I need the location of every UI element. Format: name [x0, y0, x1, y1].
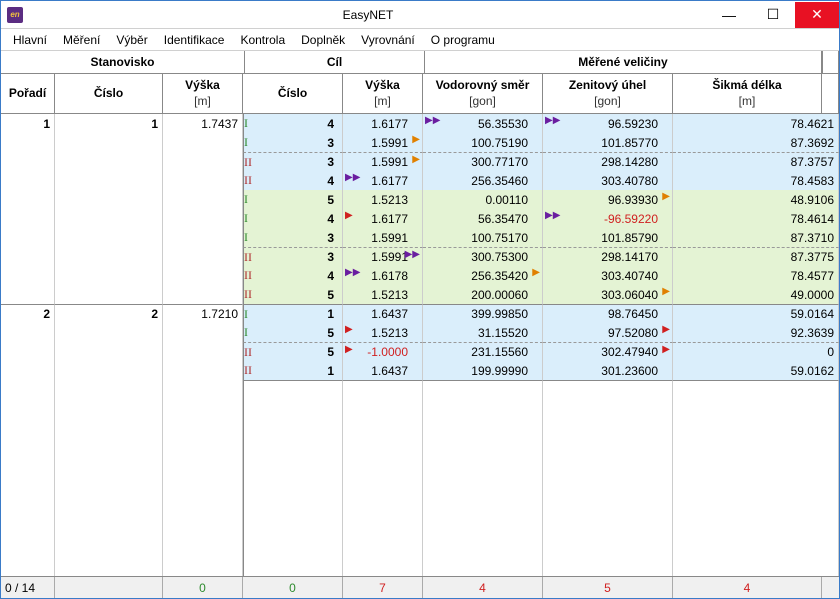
status-count: 0 / 14 — [1, 577, 55, 598]
group-cil: Cíl — [245, 51, 425, 73]
table-row[interactable]: II31.5991▶▶300.75300298.1417087.3775 — [1, 247, 839, 266]
app-window: en EasyNET — ☐ ✕ HlavníMěřeníVýběrIdenti… — [0, 0, 840, 599]
table-row[interactable]: I5▶1.521331.1552097.52080▶92.3639 — [1, 323, 839, 342]
menu-o programu[interactable]: O programu — [423, 31, 503, 49]
menubar: HlavníMěřeníVýběrIdentifikaceKontrolaDop… — [1, 29, 839, 51]
col-zenitovy[interactable]: Zenitový úhel[gon] — [543, 74, 673, 113]
menu-identifikace[interactable]: Identifikace — [156, 31, 233, 49]
group-merene: Měřené veličiny — [425, 51, 822, 73]
table-row[interactable]: II4▶▶1.6178256.35420▶303.4074078.4577 — [1, 266, 839, 285]
minimize-button[interactable]: — — [707, 2, 751, 28]
titlebar: en EasyNET — ☐ ✕ — [1, 1, 839, 29]
header-groups: Stanovisko Cíl Měřené veličiny — [1, 51, 839, 74]
table-row[interactable]: I4▶1.617756.35470▶▶-96.5922078.4614 — [1, 209, 839, 228]
menu-výběr[interactable]: Výběr — [108, 31, 155, 49]
col-vyska-cil[interactable]: Výška[m] — [343, 74, 423, 113]
group-stanovisko: Stanovisko — [1, 51, 245, 73]
col-cislo-stanovisko[interactable]: Číslo — [55, 74, 163, 113]
status-v1: 0 — [243, 577, 343, 598]
table-row[interactable]: II31.5991▶300.77170298.1428087.3757 — [1, 152, 839, 171]
maximize-button[interactable]: ☐ — [751, 2, 795, 28]
close-button[interactable]: ✕ — [795, 2, 839, 28]
table-row[interactable]: I51.52130.0011096.93930▶48.9106 — [1, 190, 839, 209]
status-v0: 0 — [163, 577, 243, 598]
menu-kontrola[interactable]: Kontrola — [232, 31, 293, 49]
col-vodorovny[interactable]: Vodorovný směr[gon] — [423, 74, 543, 113]
table-row[interactable]: 111.7437I41.6177▶▶56.35530▶▶96.5923078.4… — [1, 114, 839, 133]
window-buttons: — ☐ ✕ — [707, 2, 839, 28]
header-columns: Pořadí Číslo Výška[m] Číslo Výška[m] Vod… — [1, 74, 839, 114]
app-icon: en — [7, 7, 23, 23]
table-row[interactable]: I31.5991100.75170101.8579087.3710 — [1, 228, 839, 247]
table-row[interactable]: I31.5991▶100.75190101.8577087.3692 — [1, 133, 839, 152]
col-vyska-stanovisko[interactable]: Výška[m] — [163, 74, 243, 113]
status-v2: 7 — [343, 577, 423, 598]
menu-doplněk[interactable]: Doplněk — [293, 31, 353, 49]
table-row[interactable]: 221.7210I11.6437399.9985098.7645059.0164 — [1, 304, 839, 323]
status-v3: 4 — [423, 577, 543, 598]
col-poradi[interactable]: Pořadí — [1, 74, 55, 113]
table-row[interactable]: II11.6437199.99990301.2360059.0162 — [1, 361, 839, 380]
status-v4: 5 — [543, 577, 673, 598]
table-row[interactable]: II4▶▶1.6177256.35460303.4078078.4583 — [1, 171, 839, 190]
menu-měření[interactable]: Měření — [55, 31, 108, 49]
table-row[interactable]: II5▶-1.0000231.15560302.47940▶0 — [1, 342, 839, 361]
table-row[interactable]: II51.5213200.00060303.06040▶49.0000 — [1, 285, 839, 304]
menu-vyrovnání[interactable]: Vyrovnání — [353, 31, 423, 49]
col-sikma[interactable]: Šikmá délka[m] — [673, 74, 822, 113]
status-bar: 0 / 14 0 0 7 4 5 4 — [1, 576, 839, 598]
status-v5: 4 — [673, 577, 822, 598]
grid-body[interactable]: 111.7437I41.6177▶▶56.35530▶▶96.5923078.4… — [1, 114, 839, 576]
data-grid: Stanovisko Cíl Měřené veličiny Pořadí Čí… — [1, 51, 839, 576]
col-cislo-cil[interactable]: Číslo — [243, 74, 343, 113]
menu-hlavní[interactable]: Hlavní — [5, 31, 55, 49]
window-title: EasyNET — [29, 8, 707, 22]
